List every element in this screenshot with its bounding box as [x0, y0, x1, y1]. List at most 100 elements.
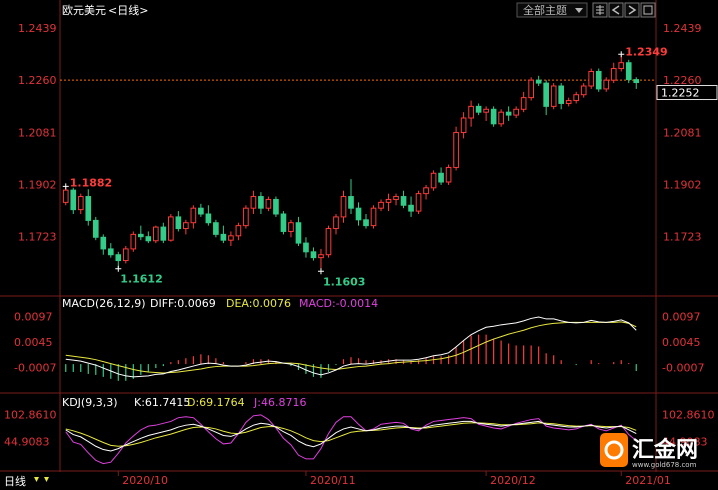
candle: [558, 83, 565, 110]
candle: [243, 205, 249, 229]
candle: [325, 225, 332, 258]
candle: [92, 216, 99, 241]
candle: [295, 216, 302, 246]
candle: [198, 203, 204, 217]
macd-macd-value: MACD:-0.0014: [299, 297, 378, 310]
price-tick-left: 1.1723: [18, 230, 57, 243]
forex-chart[interactable]: 欧元美元 <日线> 全部主题 1.2439 1.24391.2260 1.22601…: [0, 0, 718, 490]
candle: [190, 205, 197, 229]
expand-icon[interactable]: [640, 2, 656, 18]
candle: [595, 68, 602, 92]
candle: [573, 91, 580, 104]
settings-button[interactable]: 日线: [4, 474, 49, 488]
candle: [340, 190, 347, 223]
kdj-tick-right: 102.8610: [662, 408, 715, 421]
extreme-marker: [618, 51, 625, 58]
macd-tick-left: -0.0007: [14, 362, 56, 375]
annotation-high: 1.2349: [625, 45, 667, 58]
candle: [445, 164, 452, 185]
candle: [505, 106, 512, 121]
candle: [513, 106, 519, 118]
kdj-k-value: K:61.7415: [134, 396, 190, 409]
candle: [213, 219, 219, 238]
candle: [378, 199, 384, 212]
candle: [220, 225, 227, 244]
macd-tick-right: 0.0045: [662, 336, 701, 349]
annotation-start: 1.1882: [70, 176, 112, 189]
candle: [258, 192, 264, 214]
dea-line: [65, 321, 637, 374]
macd-label: MACD(26,12,9): [62, 297, 146, 310]
candle: [370, 205, 377, 229]
price-tick-right: 1.2081: [663, 126, 702, 139]
candle: [153, 225, 159, 244]
kdj-label: KDJ(9,3,3): [62, 396, 118, 409]
macd-diff-value: DIFF:0.0069: [150, 297, 216, 310]
macd-histogram: [65, 334, 637, 381]
instrument-title: 欧元美元: [62, 4, 106, 17]
candle: [77, 193, 84, 214]
candle: [168, 214, 174, 242]
candle: [160, 222, 167, 244]
watermark-url: www.gold678.com: [632, 461, 697, 469]
macd-tick-left: 0.0045: [14, 336, 53, 349]
candle: [70, 187, 77, 214]
candle: [400, 190, 407, 209]
x-tick-label: 2021/01: [625, 474, 671, 487]
kdj-tick-left: 102.8610: [4, 408, 57, 421]
period-label[interactable]: <日线>: [108, 3, 148, 17]
candle: [333, 214, 339, 235]
candle: [205, 205, 212, 226]
theme-button[interactable]: 全部主题: [516, 2, 588, 18]
candle: [288, 219, 294, 238]
x-tick-label: 2020/10: [122, 474, 168, 487]
kdj-legend: KDJ(9,3,3) K:61.7415 D:69.1764 J:46.8716: [62, 396, 306, 409]
price-tick-left: 1.1902: [18, 178, 57, 191]
candle: [528, 77, 534, 101]
kdj-tick-left: 44.9083: [4, 436, 50, 449]
x-tick-label: 2020/11: [310, 474, 356, 487]
candle: [265, 196, 272, 212]
candle: [355, 202, 362, 226]
grid-icon[interactable]: [592, 2, 608, 18]
candle: [468, 100, 474, 127]
candlestick-series: [62, 51, 640, 275]
candle: [122, 246, 129, 264]
scroll-right-icon[interactable]: [624, 2, 640, 18]
watermark-logo: 汇金网 www.gold678.com: [600, 433, 698, 469]
extreme-marker: [115, 265, 122, 272]
candle: [408, 196, 414, 217]
current-price-label: 1.2252: [661, 87, 700, 100]
price-tick-right: 1.1723: [663, 230, 702, 243]
scroll-left-icon[interactable]: [608, 2, 624, 18]
candle: [310, 247, 317, 261]
annotation-low-1: 1.1612: [120, 273, 162, 286]
macd-tick-right: 0.0097: [662, 310, 701, 323]
candle: [490, 106, 497, 127]
candle: [498, 109, 504, 127]
candle: [588, 68, 595, 89]
candle: [603, 77, 610, 92]
price-tick-left: 1.2081: [18, 126, 57, 139]
annotation-low-2: 1.1603: [323, 275, 365, 288]
macd-dea-value: DEA:0.0076: [226, 297, 291, 310]
candle: [475, 103, 482, 116]
candle: [550, 83, 557, 110]
candle: [228, 231, 234, 246]
scroll-up-icon: [34, 477, 39, 482]
macd-tick-right: -0.0007: [662, 362, 704, 375]
candle: [430, 170, 437, 191]
candle: [565, 97, 572, 107]
extreme-marker: [62, 183, 69, 190]
settings-button-label: 日线: [4, 474, 26, 488]
candle: [85, 189, 92, 226]
extreme-marker: [317, 268, 324, 275]
candle: [438, 167, 444, 185]
candle: [415, 190, 422, 214]
candle: [100, 234, 107, 255]
candle: [107, 243, 114, 258]
candle: [543, 80, 549, 116]
candle: [303, 237, 309, 258]
candle: [273, 196, 279, 217]
x-tick-label: 2020/12: [490, 474, 536, 487]
